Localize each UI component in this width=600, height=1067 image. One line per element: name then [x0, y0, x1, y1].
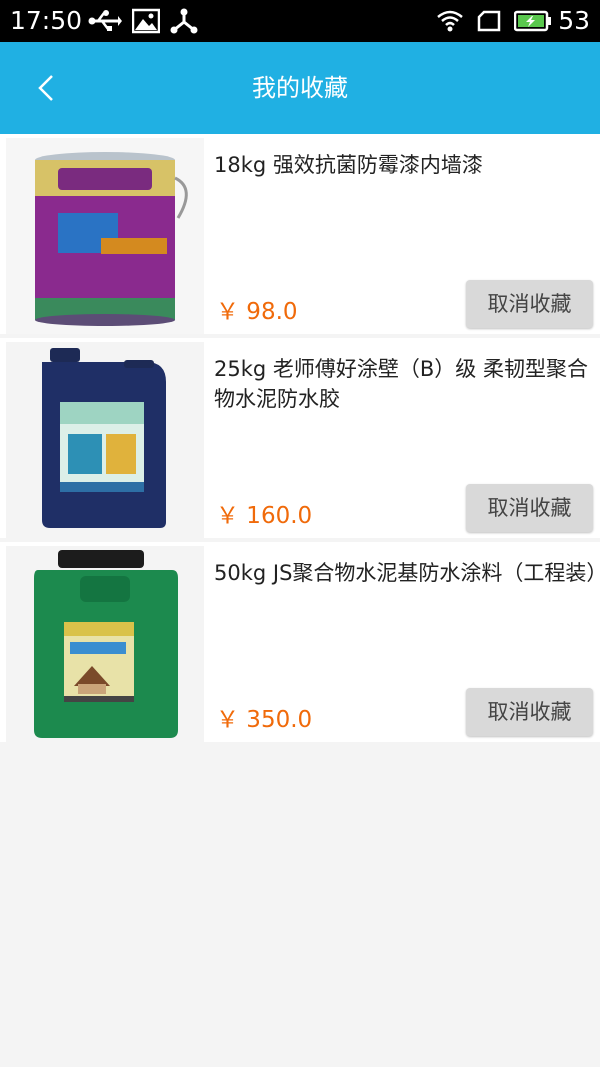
- list-item[interactable]: 25kg 老师傅好涂壁（B）级 柔韧型聚合物水泥防水胶 ￥ 160.0 取消收藏: [0, 338, 600, 538]
- page-title: 我的收藏: [252, 74, 348, 102]
- battery-charging-icon: [514, 10, 551, 32]
- usb-icon: [88, 10, 122, 31]
- product-image-paint-bucket[interactable]: [6, 138, 204, 334]
- product-price: ￥ 98.0: [216, 299, 298, 325]
- unfavorite-button[interactable]: 取消收藏: [466, 484, 593, 532]
- product-price: ￥ 350.0: [216, 707, 313, 733]
- unfavorite-button[interactable]: 取消收藏: [466, 688, 593, 736]
- unfavorite-button[interactable]: 取消收藏: [466, 280, 593, 328]
- signal-box-icon: [477, 10, 501, 32]
- wifi-icon: [437, 10, 463, 32]
- list-item[interactable]: 18kg 强效抗菌防霉漆内墙漆 ￥ 98.0 取消收藏: [0, 134, 600, 334]
- status-time: 17:50: [10, 6, 83, 35]
- product-title[interactable]: 25kg 老师傅好涂壁（B）级 柔韧型聚合物水泥防水胶: [214, 354, 598, 414]
- share-node-icon: [170, 8, 198, 34]
- status-bar: 17:50 53: [0, 0, 600, 42]
- product-image-green-drum[interactable]: [6, 546, 204, 742]
- list-item[interactable]: 50kg JS聚合物水泥基防水涂料（工程装） ￥ 350.0 取消收藏: [0, 542, 600, 742]
- product-title[interactable]: 50kg JS聚合物水泥基防水涂料（工程装）: [214, 558, 600, 588]
- image-icon: [132, 8, 160, 34]
- battery-level: 53: [558, 6, 590, 35]
- app-bar: 我的收藏: [0, 42, 600, 134]
- product-image-blue-jerrycan[interactable]: [6, 342, 204, 538]
- product-title[interactable]: 18kg 强效抗菌防霉漆内墙漆: [214, 150, 598, 180]
- product-price: ￥ 160.0: [216, 503, 313, 529]
